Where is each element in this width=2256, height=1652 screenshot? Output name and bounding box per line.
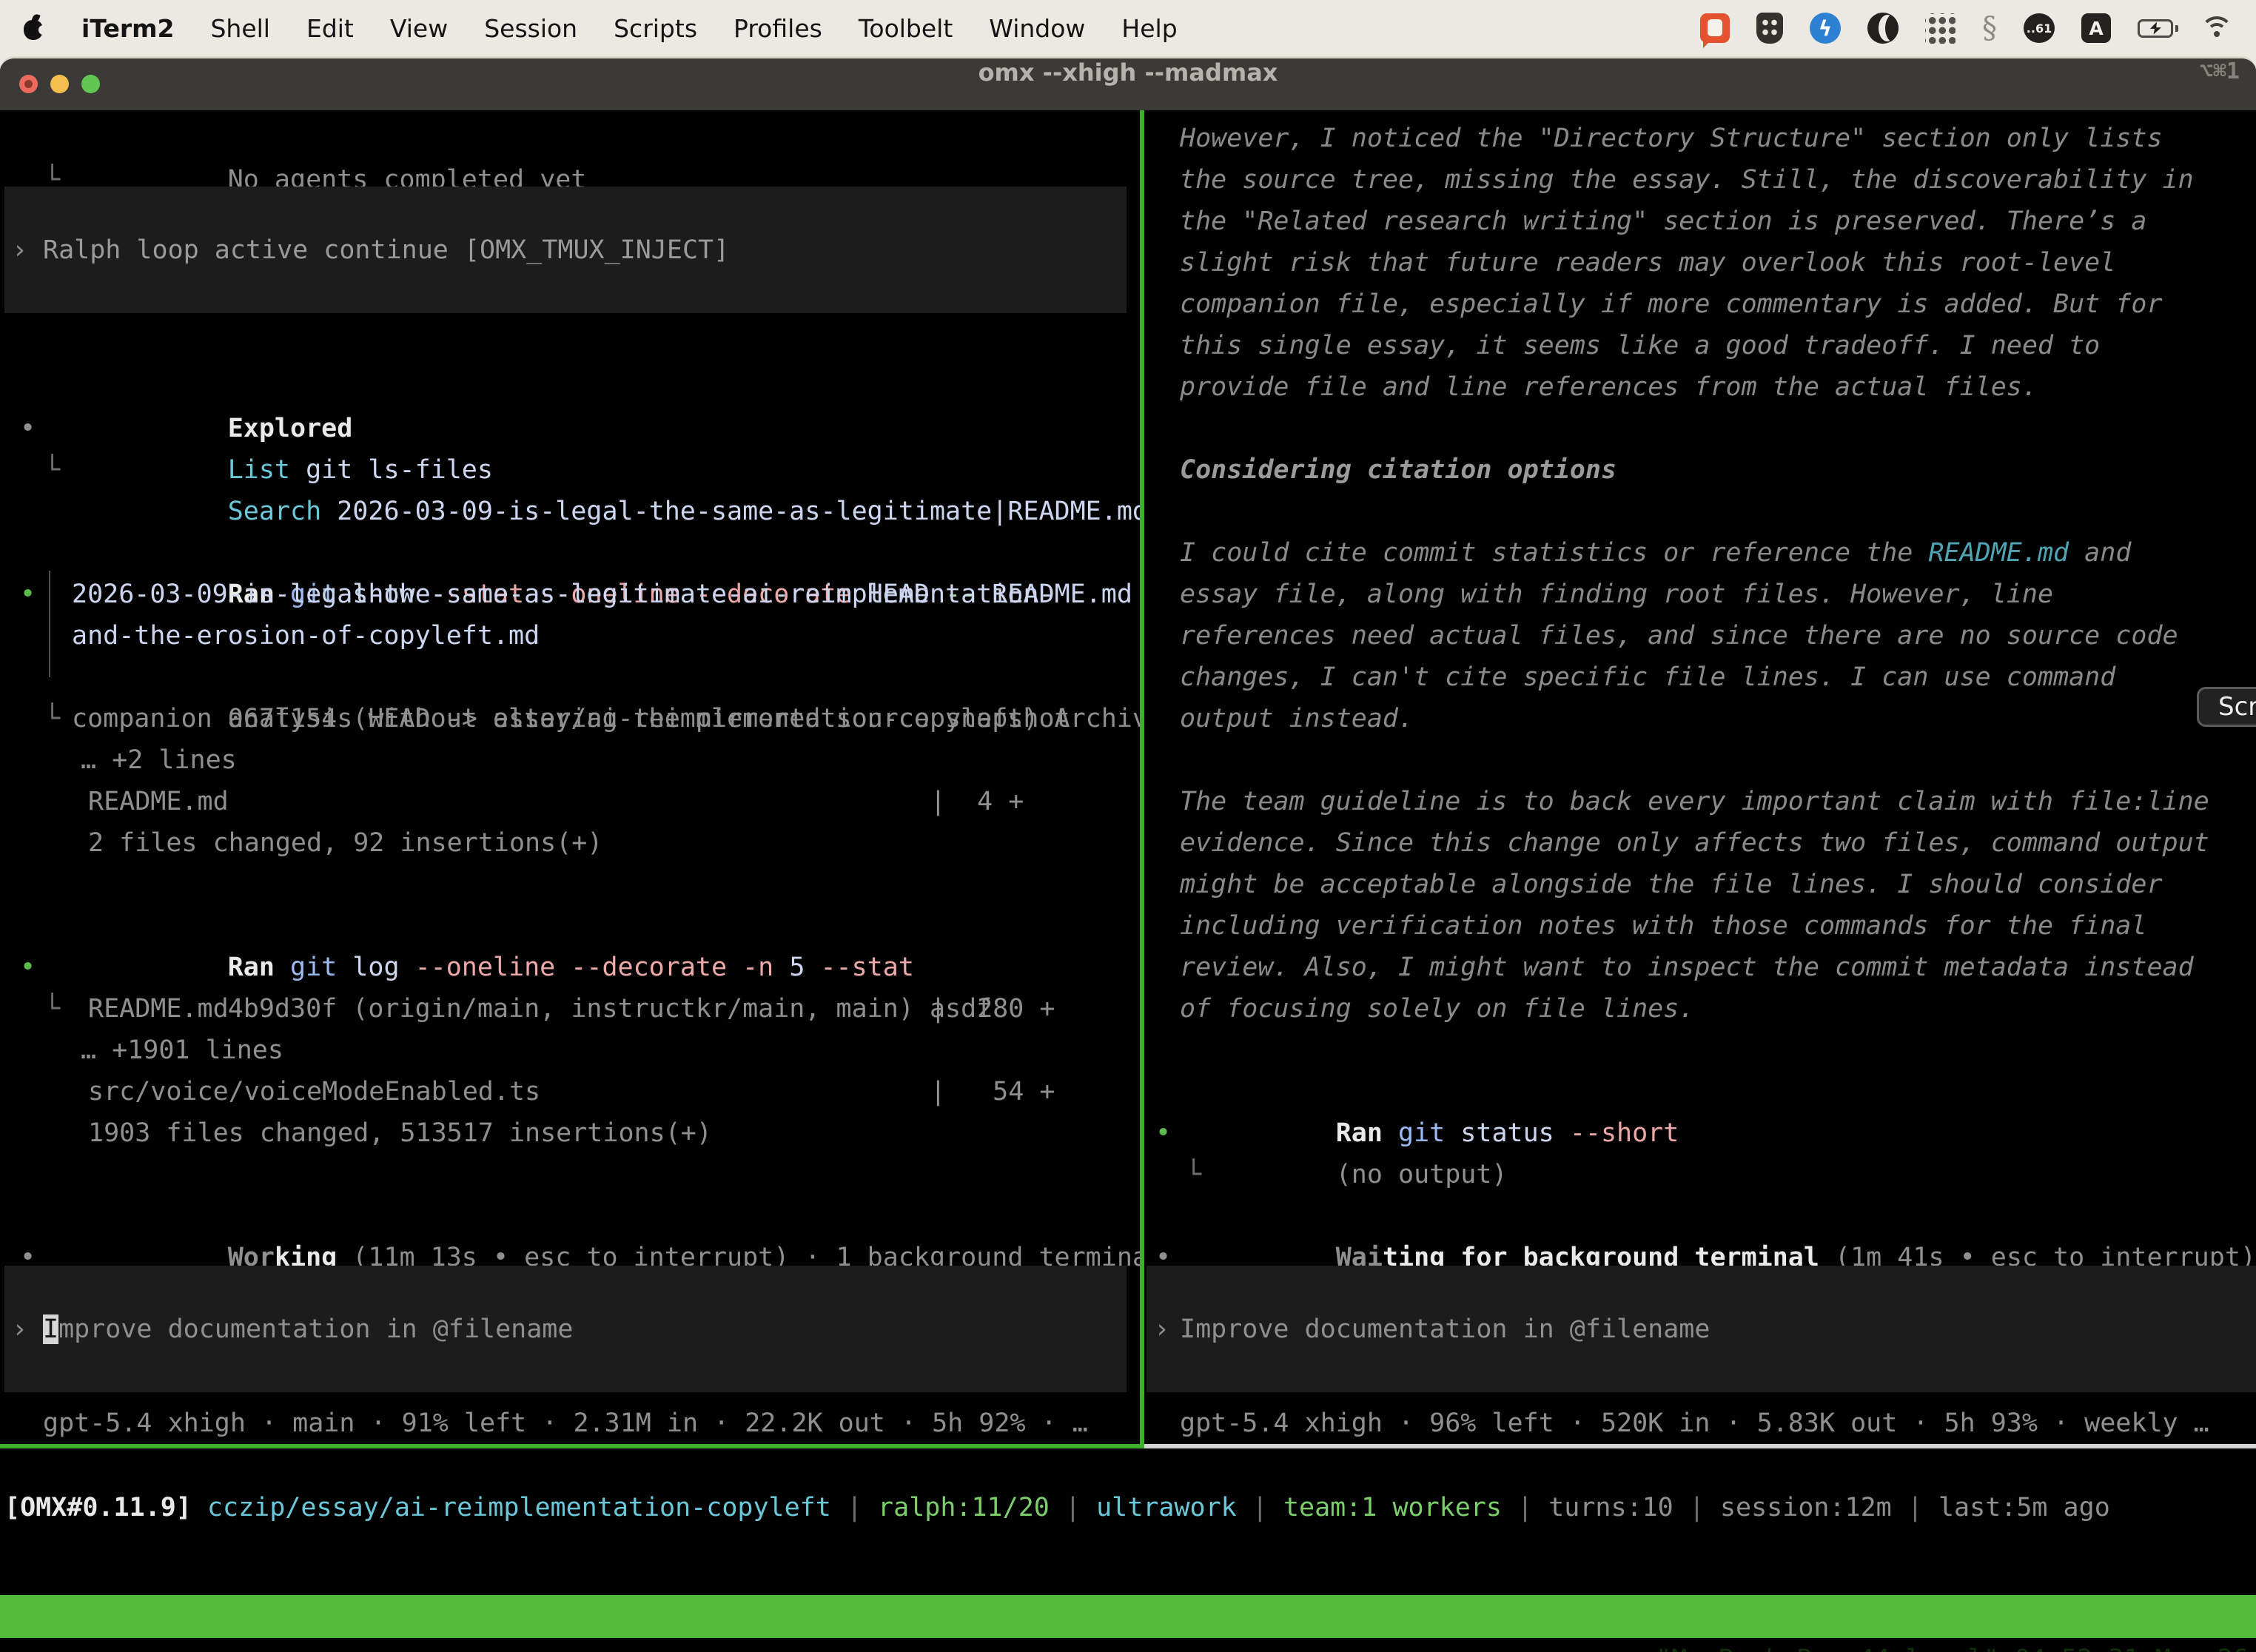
tmux-host-clock: "MacBook-Pro-44.local" 04:52 31-Mar-26 — [1656, 1638, 2249, 1652]
prompt-icon: › — [12, 1314, 27, 1344]
count-badge-icon[interactable]: ..61 — [2024, 13, 2055, 43]
menu-toolbelt[interactable]: Toolbelt — [859, 14, 953, 43]
screen-share-tooltip: Scre — [2197, 687, 2256, 727]
window-shortcut-badge: ⌥⌘1 — [2200, 58, 2240, 84]
explored-list-line: └List git ls-files — [0, 408, 1137, 449]
terminal-content: └No agents completed yet › Ralph loop ac… — [0, 110, 2256, 1652]
bolt-badge-icon[interactable] — [1810, 13, 1841, 44]
paragraph-line: slight risk that future readers may over… — [1180, 242, 2252, 283]
git-log-stat-line: README.md | 280 + — [0, 988, 1137, 1030]
dots-grid-icon[interactable] — [1925, 13, 1955, 44]
apple-menu-icon[interactable] — [22, 16, 44, 41]
squiggle-icon[interactable] — [1982, 11, 1997, 45]
right-prompt-input[interactable]: › Improve documentation in @filename — [1147, 1266, 2256, 1392]
menu-scripts[interactable]: Scripts — [614, 14, 697, 43]
text-cursor: I — [43, 1314, 58, 1344]
reasoning-paragraph: I could cite commit statistics or refere… — [1180, 532, 2252, 739]
git-log-stat-line: src/voice/voiceModeEnabled.ts | 54 + — [0, 1071, 1137, 1112]
paragraph-line: essay file, along with finding root file… — [1180, 574, 2252, 615]
git-show-stat-line: README.md | 4 + — [0, 781, 1137, 822]
menu-shell[interactable]: Shell — [210, 14, 270, 43]
prompt-icon: › — [1154, 1314, 1169, 1344]
paragraph-line: including verification notes with those … — [1180, 905, 2252, 947]
wifi-icon[interactable] — [2200, 15, 2234, 41]
paragraph-line: The team guideline is to back every impo… — [1180, 781, 2252, 822]
moon-circle-icon[interactable] — [1867, 13, 1899, 44]
waiting-status-line: •Waiting for background terminal (1m 41s… — [1145, 1195, 2253, 1237]
git-show-command-line: •Ran git show --stat --oneline --decorat… — [0, 532, 1137, 574]
right-agent-pane: However, I noticed the "Directory Struct… — [1145, 110, 2256, 1444]
working-status-line: •Working (11m 13s • esc to interrupt) · … — [0, 1195, 1137, 1237]
git-show-filename-line: 2026-03-09-is-legal-the-same-as-legitima… — [0, 574, 1137, 615]
git-log-commit-line: └4b9d30f (origin/main, instructkr/main, … — [0, 947, 1137, 988]
git-log-stat-summary: 1903 files changed, 513517 insertions(+) — [0, 1112, 1137, 1154]
chat-app-icon[interactable] — [1700, 13, 1730, 43]
paragraph-line: changes, I can't cite specific file line… — [1180, 657, 2252, 698]
window-title: omx --xhigh --madmax — [0, 58, 2256, 87]
git-show-filename-line: and-the-erosion-of-copyleft.md — [0, 615, 1137, 657]
paragraph-line: the source tree, missing the essay. Stil… — [1180, 159, 2252, 201]
ralph-loop-text: Ralph loop active continue [OMX_TMUX_INJ… — [43, 235, 729, 265]
battery-icon[interactable] — [2138, 19, 2173, 38]
menu-status-icons: ..61 A — [1700, 11, 2234, 45]
menu-window[interactable]: Window — [989, 14, 1085, 43]
paragraph-line: this single essay, it seems like a good … — [1180, 325, 2252, 366]
git-status-output-line: └(no output) — [1145, 1112, 2253, 1154]
git-log-more-lines: … +1901 lines — [0, 1030, 1137, 1071]
paragraph-line: However, I noticed the "Directory Struct… — [1180, 118, 2252, 159]
paragraph-line: output instead. — [1180, 698, 2252, 739]
omx-status-line: [OMX#0.11.9] cczip/essay/ai-reimplementa… — [4, 1487, 2110, 1528]
menu-edit[interactable]: Edit — [306, 14, 354, 43]
git-show-more-lines: … +2 lines — [0, 739, 1137, 781]
active-pane-bottom-border — [0, 1444, 1144, 1448]
git-show-commit-line: └067f154 (HEAD -> essay/ai-reimplementat… — [0, 657, 1137, 698]
paragraph-line: I could cite commit statistics or refere… — [1180, 532, 2252, 574]
paragraph-line: companion file, especially if more comme… — [1180, 283, 2252, 325]
paragraph-line: provide file and line references from th… — [1180, 366, 2252, 408]
left-agent-pane: └No agents completed yet › Ralph loop ac… — [0, 110, 1140, 1444]
shield-icon[interactable] — [1756, 13, 1783, 44]
left-prompt-input[interactable]: › Improve documentation in @filename — [4, 1266, 1127, 1392]
menu-session[interactable]: Session — [484, 14, 577, 43]
git-show-commit-line: companion analysis without altering the … — [0, 698, 1137, 739]
menu-profiles[interactable]: Profiles — [733, 14, 822, 43]
explored-title-line: •Explored — [0, 366, 1137, 408]
git-show-stat-summary: 2 files changed, 92 insertions(+) — [0, 822, 1137, 864]
agents-note-line: └No agents completed yet — [0, 118, 1137, 159]
menu-view[interactable]: View — [390, 14, 448, 43]
ralph-loop-banner: › Ralph loop active continue [OMX_TMUX_I… — [4, 187, 1127, 313]
git-status-command-line: •Ran git status --short — [1145, 1071, 2253, 1112]
prompt-icon: › — [12, 235, 27, 265]
menu-help[interactable]: Help — [1121, 14, 1177, 43]
paragraph-line: the "Related research writing" section i… — [1180, 201, 2252, 242]
paragraph-line: evidence. Since this change only affects… — [1180, 822, 2252, 864]
right-model-status-line: gpt-5.4 xhigh · 96% left · 520K in · 5.8… — [1180, 1403, 2209, 1444]
macos-screen: iTerm2 Shell Edit View Session Scripts P… — [0, 0, 2256, 1652]
git-log-command-line: •Ran git log --oneline --decorate -n 5 -… — [0, 905, 1137, 947]
menu-bar: iTerm2 Shell Edit View Session Scripts P… — [0, 0, 2256, 56]
paragraph-line: review. Also, I might want to inspect th… — [1180, 947, 2252, 988]
left-model-status-line: gpt-5.4 xhigh · main · 91% left · 2.31M … — [43, 1403, 1088, 1444]
paragraph-line: might be acceptable alongside the file l… — [1180, 864, 2252, 905]
paragraph-line: references need actual files, and since … — [1180, 615, 2252, 657]
a-square-icon[interactable]: A — [2081, 13, 2111, 43]
window-titlebar: omx --xhigh --madmax ⌥⌘1 — [0, 58, 2256, 110]
menu-iterm2[interactable]: iTerm2 — [81, 14, 174, 43]
tree-connector: └ — [1186, 1154, 1201, 1195]
paragraph-line: of focusing solely on file lines. — [1180, 988, 2252, 1030]
pane-divider[interactable] — [1140, 110, 1144, 1444]
reasoning-heading: Considering citation options — [1145, 449, 2253, 491]
inactive-pane-bottom-border — [1144, 1444, 2256, 1448]
iterm-window: omx --xhigh --madmax ⌥⌘1 └No agents comp… — [0, 56, 2256, 1652]
tmux-status-bar: "MacBook-Pro-44.local" 04:52 31-Mar-26 [… — [0, 1595, 2256, 1638]
reasoning-paragraph: However, I noticed the "Directory Struct… — [1180, 118, 2252, 408]
explored-search-line: Search 2026-03-09-is-legal-the-same-as-l… — [0, 449, 1137, 491]
reasoning-paragraph: The team guideline is to back every impo… — [1180, 781, 2252, 1030]
